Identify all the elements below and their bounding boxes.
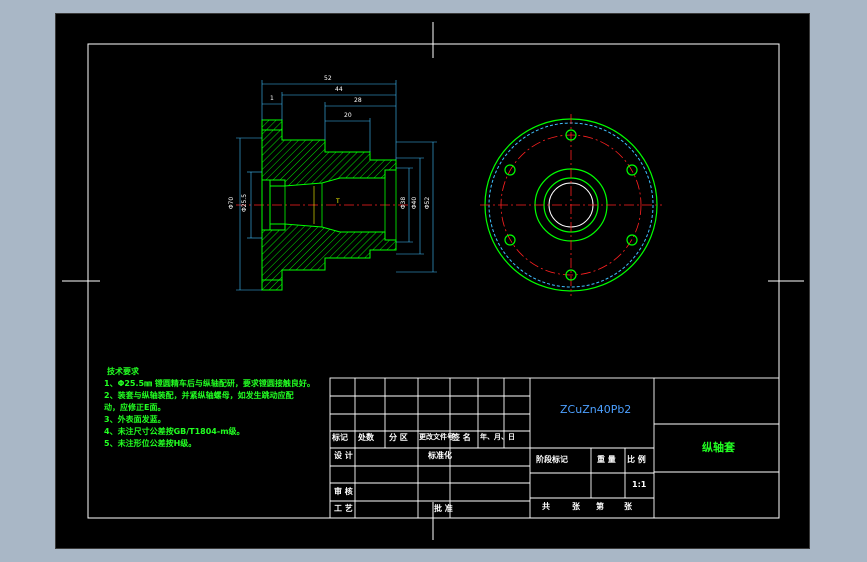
cell-approve: 批 准 (434, 504, 453, 513)
cell-stage: 阶段标记 (536, 455, 568, 464)
cell-weight: 重 量 (597, 455, 616, 464)
end-view (480, 114, 662, 296)
dim-28: 28 (354, 97, 362, 104)
dim-phi38: Φ38 (400, 196, 408, 210)
cell-standard: 标准化 (428, 451, 452, 460)
dim-phi70: Φ70 (228, 196, 236, 210)
dim-52: 52 (324, 75, 332, 82)
cell-process: 工 艺 (334, 504, 353, 513)
cell-ratio: 比 例 (627, 455, 646, 464)
cell-design: 设 计 (334, 451, 353, 460)
cell-total: 共 (542, 502, 550, 511)
notes-line: 1、Φ25.5㎜ 镗圆精车后与纵轴配研，要求镗圆接触良好。 (104, 379, 315, 388)
inner-frame (62, 22, 804, 540)
notes-line: 5、未注形位公差按H级。 (104, 439, 197, 448)
part-name: 纵轴套 (702, 441, 735, 454)
section-view (236, 119, 410, 291)
material-label: ZCuZn40Pb2 (560, 403, 632, 416)
cell-sign: 签 名 (452, 433, 471, 442)
notes-line: 动，应修正E面。 (104, 403, 166, 412)
dim-bore: T (336, 198, 340, 205)
notes-title: 技术要求 (107, 367, 139, 376)
cell-scale: 1:1 (632, 480, 647, 489)
dim-phi25: Φ25.5 (241, 193, 249, 213)
cell-page: 第 (596, 502, 604, 511)
dim-44: 44 (335, 86, 343, 93)
notes-line: 4、未注尺寸公差按GB/T1804-m级。 (104, 427, 245, 436)
notes-line: 2、装套与纵轴装配，并紧纵轴螺母，如发生跳动应配 (104, 391, 294, 400)
cell-sheets2: 张 (624, 502, 632, 511)
cell-check: 审 核 (334, 487, 353, 496)
dim-phi52: Φ52 (424, 196, 432, 210)
cell-sheets: 张 (572, 502, 580, 511)
dim-phi40: Φ40 (411, 196, 419, 210)
drawing-canvas (62, 22, 804, 540)
dim-1: 1 (270, 95, 274, 102)
cell-mark: 标记 (332, 433, 348, 442)
cell-date: 年、月、日 (480, 433, 515, 441)
cell-doc: 更改文件号 (419, 433, 454, 441)
dim-20: 20 (344, 112, 352, 119)
notes-line: 3、外表面发蓝。 (104, 415, 166, 424)
cell-count: 处数 (358, 433, 374, 442)
cell-zone: 分 区 (389, 433, 408, 442)
